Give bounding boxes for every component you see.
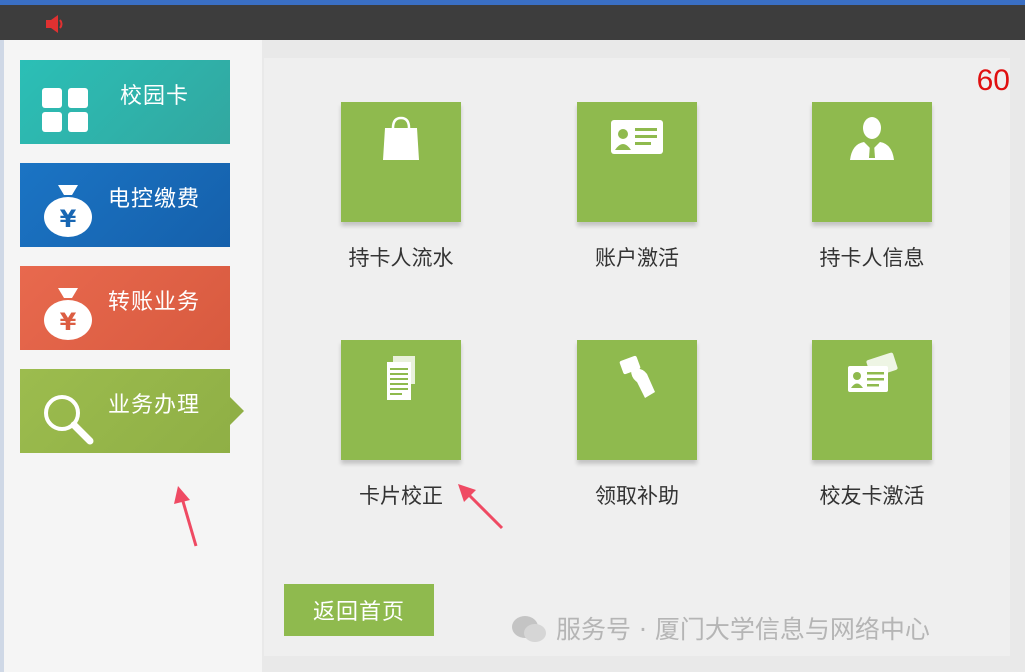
tile-card-correction[interactable] — [341, 340, 461, 460]
wechat-icon — [512, 616, 546, 642]
id-card-icon — [611, 120, 663, 154]
speaker-icon[interactable] — [44, 14, 68, 34]
shopping-bag-icon — [383, 116, 419, 160]
sidebar-item-label: 业务办理 — [108, 393, 201, 418]
tile-label: 账户激活 — [595, 246, 679, 270]
annotation-arrow — [458, 484, 504, 530]
return-home-button[interactable]: 返回首页 — [284, 584, 434, 636]
svg-text:¥: ¥ — [60, 308, 77, 336]
active-pointer — [230, 397, 244, 425]
sidebar-item-label: 校园卡 — [120, 84, 190, 109]
person-icon — [850, 117, 894, 160]
money-bag-icon: ¥ — [44, 185, 92, 237]
hand-card-icon — [619, 355, 655, 398]
tile-label: 持卡人流水 — [348, 246, 454, 270]
tile-collect-subsidy[interactable] — [577, 340, 697, 460]
top-bar — [0, 0, 1025, 40]
tile-cardholder-transactions[interactable] — [341, 102, 461, 222]
countdown-timer: 60 — [976, 64, 1010, 97]
tile-label: 校友卡激活 — [819, 484, 925, 508]
sidebar-item-business[interactable]: 业务办理 — [20, 369, 244, 453]
watermark: 服务号 · 厦门大学信息与网络中心 — [556, 615, 930, 644]
main-panel: 60 持卡人流水 账户激活 持卡人信息 卡片校正 领取补助 校友卡激活 返回首页… — [264, 58, 1010, 656]
document-icon — [387, 356, 415, 400]
tile-label: 领取补助 — [595, 484, 679, 508]
magnifier-icon — [44, 395, 94, 445]
money-bag-icon: ¥ — [44, 288, 92, 340]
sidebar-item-label: 电控缴费 — [108, 187, 201, 212]
svg-text:¥: ¥ — [60, 205, 77, 233]
tile-cardholder-info[interactable] — [812, 102, 932, 222]
sidebar-item-power-payment[interactable]: ¥ 电控缴费 — [20, 163, 230, 247]
tile-label: 持卡人信息 — [819, 246, 925, 270]
grid-icon — [42, 88, 88, 132]
annotation-arrow — [174, 486, 198, 547]
tile-alumni-card-activation[interactable] — [812, 340, 932, 460]
sidebar-item-label: 转账业务 — [108, 290, 201, 315]
sidebar-item-transfer[interactable]: ¥ 转账业务 — [20, 266, 230, 350]
tile-account-activation[interactable] — [577, 102, 697, 222]
cards-icon — [848, 352, 898, 392]
sidebar-item-campus-card[interactable]: 校园卡 — [20, 60, 230, 144]
